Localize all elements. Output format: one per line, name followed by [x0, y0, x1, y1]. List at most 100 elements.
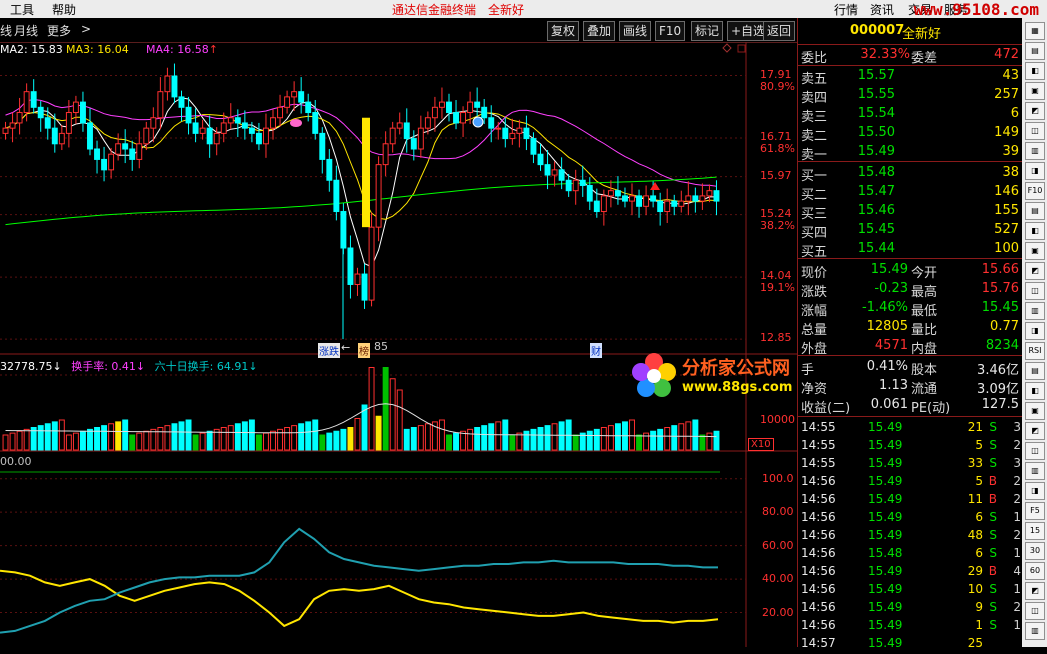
side-tool-icon[interactable]: ▣ — [1025, 82, 1045, 100]
app-title: 通达信金融终端 — [392, 3, 477, 17]
stat-row: 现价 15.49 今开 15.66 — [798, 262, 1023, 281]
back-button[interactable]: 返回 — [763, 21, 796, 41]
kline-chart[interactable] — [0, 42, 797, 647]
side-tool-icon[interactable]: ◨ — [1025, 162, 1045, 180]
fuquan-button[interactable]: 复权 — [547, 21, 580, 41]
ask-row[interactable]: 卖二 15.50 149 — [798, 125, 1023, 144]
side-tool-icon[interactable]: ▥ — [1025, 462, 1045, 480]
stat-value: 12805 — [866, 319, 908, 334]
volume-bar — [51, 421, 58, 451]
ask-row[interactable]: 卖四 15.55 257 — [798, 87, 1023, 106]
side-tool-icon[interactable]: ▤ — [1025, 362, 1045, 380]
menu-info[interactable]: 资讯 — [870, 1, 894, 18]
app-title-stock: 全新好 — [488, 3, 525, 17]
candle-body — [108, 153, 115, 171]
more-tab[interactable]: 更多 — [47, 22, 71, 39]
bid-row[interactable]: 买四 15.45 527 — [798, 222, 1023, 241]
candle-body — [2, 127, 9, 134]
f10-button[interactable]: F10 — [655, 21, 686, 41]
volume-bar — [438, 419, 445, 451]
side-tool-icon[interactable]: ◫ — [1025, 122, 1045, 140]
side-tool-icon[interactable]: ◫ — [1025, 282, 1045, 300]
tick-volume: 25 — [967, 636, 983, 650]
side-tool-icon[interactable]: ◫ — [1025, 442, 1045, 460]
more-arrow-icon[interactable]: > — [81, 22, 91, 36]
side-tool-rsi-icon[interactable]: RSI — [1025, 342, 1045, 360]
side-tool-icon[interactable]: ▥ — [1025, 302, 1045, 320]
volume-bar — [16, 430, 23, 451]
side-tool-60-icon[interactable]: 60 — [1025, 562, 1045, 580]
ask-row[interactable]: 卖五 15.57 43 — [798, 68, 1023, 87]
overlay-button[interactable]: 叠加 — [583, 21, 616, 41]
side-tool-icon[interactable]: ▣ — [1025, 242, 1045, 260]
period-partial-tab[interactable]: 线 — [0, 22, 12, 39]
tool-glyph-icon: ▣ — [1031, 246, 1039, 255]
side-tool-icon[interactable]: ◧ — [1025, 382, 1045, 400]
candle-body — [692, 195, 699, 202]
fundamental-row: 手 0.41% 股本 3.46亿 — [798, 359, 1023, 378]
draw-line-button[interactable]: 画线 — [619, 21, 652, 41]
tick-direction: S — [989, 600, 997, 614]
tick-price: 15.49 — [868, 438, 903, 452]
candle-body — [502, 127, 509, 140]
ask-row[interactable]: 卖三 15.54 6 — [798, 106, 1023, 125]
side-tool-icon[interactable]: ◨ — [1025, 322, 1045, 340]
side-tool-15-icon[interactable]: 15 — [1025, 522, 1045, 540]
monthly-tab[interactable]: 月线 — [14, 22, 38, 39]
bid-price: 15.46 — [857, 203, 895, 218]
side-tool-icon[interactable]: ◧ — [1025, 222, 1045, 240]
tool-glyph-icon: ◩ — [1031, 266, 1039, 275]
side-tool-icon[interactable]: ▦ — [1025, 22, 1045, 40]
candle-body — [438, 101, 445, 108]
side-tool-icon[interactable]: ▥ — [1025, 142, 1045, 160]
volume-bar — [87, 428, 93, 451]
stat-row: 涨幅 -1.46% 最低 15.45 — [798, 300, 1023, 319]
side-tool-icon[interactable]: ◩ — [1025, 102, 1045, 120]
side-tool-icon[interactable]: ▥ — [1025, 622, 1045, 640]
tool-glyph-icon: ▥ — [1031, 146, 1039, 155]
bid-label: 买三 — [801, 207, 828, 222]
bid-row[interactable]: 买二 15.47 146 — [798, 184, 1023, 203]
ask-label: 卖二 — [801, 129, 828, 144]
tag-bang[interactable]: 榜 — [358, 343, 370, 358]
side-tool-icon[interactable]: ▣ — [1025, 402, 1045, 420]
low-price-label: 85 — [374, 340, 388, 353]
side-tool-icon[interactable]: ◩ — [1025, 262, 1045, 280]
tick-volume: 29 — [967, 564, 983, 578]
tick-volume: 21 — [967, 420, 983, 434]
candle-body — [157, 91, 164, 119]
side-tool-icon[interactable]: ◧ — [1025, 62, 1045, 80]
volume-bar — [263, 432, 269, 451]
side-tool-icon[interactable]: ▤ — [1025, 202, 1045, 220]
tick-count: 1 — [1013, 618, 1021, 632]
tag-cai[interactable]: 财 — [590, 343, 602, 358]
mark-button[interactable]: 标记 — [691, 21, 724, 41]
bid-row[interactable]: 买一 15.48 38 — [798, 165, 1023, 184]
volume-bar — [150, 428, 157, 451]
candle-body — [326, 158, 333, 181]
volume-bar — [593, 428, 600, 451]
tick-row: 14:56 15.49 10 S 1 — [798, 582, 1023, 600]
side-tool-30-icon[interactable]: 30 — [1025, 542, 1045, 560]
side-tool-icon[interactable]: ◩ — [1025, 582, 1045, 600]
bid-volume: 38 — [1002, 165, 1019, 180]
bid-row[interactable]: 买三 15.46 155 — [798, 203, 1023, 222]
side-tool-icon[interactable]: ◨ — [1025, 482, 1045, 500]
side-tool-icon[interactable]: ▤ — [1025, 42, 1045, 60]
volume-bar — [178, 421, 185, 451]
menu-help[interactable]: 帮助 — [52, 1, 76, 18]
menu-quote[interactable]: 行情 — [834, 1, 858, 18]
side-tool-icon[interactable]: ◩ — [1025, 422, 1045, 440]
bid-row[interactable]: 买五 15.44 100 — [798, 241, 1023, 260]
side-tool-f5-icon[interactable]: F5 — [1025, 502, 1045, 520]
side-tool-icon[interactable]: ◫ — [1025, 602, 1045, 620]
side-tool-f10-icon[interactable]: F10 — [1025, 182, 1045, 200]
menu-tools[interactable]: 工具 — [10, 1, 34, 18]
candle-body — [58, 132, 65, 145]
chart-markers — [290, 43, 746, 190]
ask-row[interactable]: 卖一 15.49 39 — [798, 144, 1023, 163]
tool-glyph-icon: ▤ — [1031, 206, 1039, 215]
tag-zhangdie[interactable]: 涨跌 — [318, 343, 340, 358]
candle-body — [664, 200, 671, 213]
tick-volume: 6 — [975, 510, 983, 524]
